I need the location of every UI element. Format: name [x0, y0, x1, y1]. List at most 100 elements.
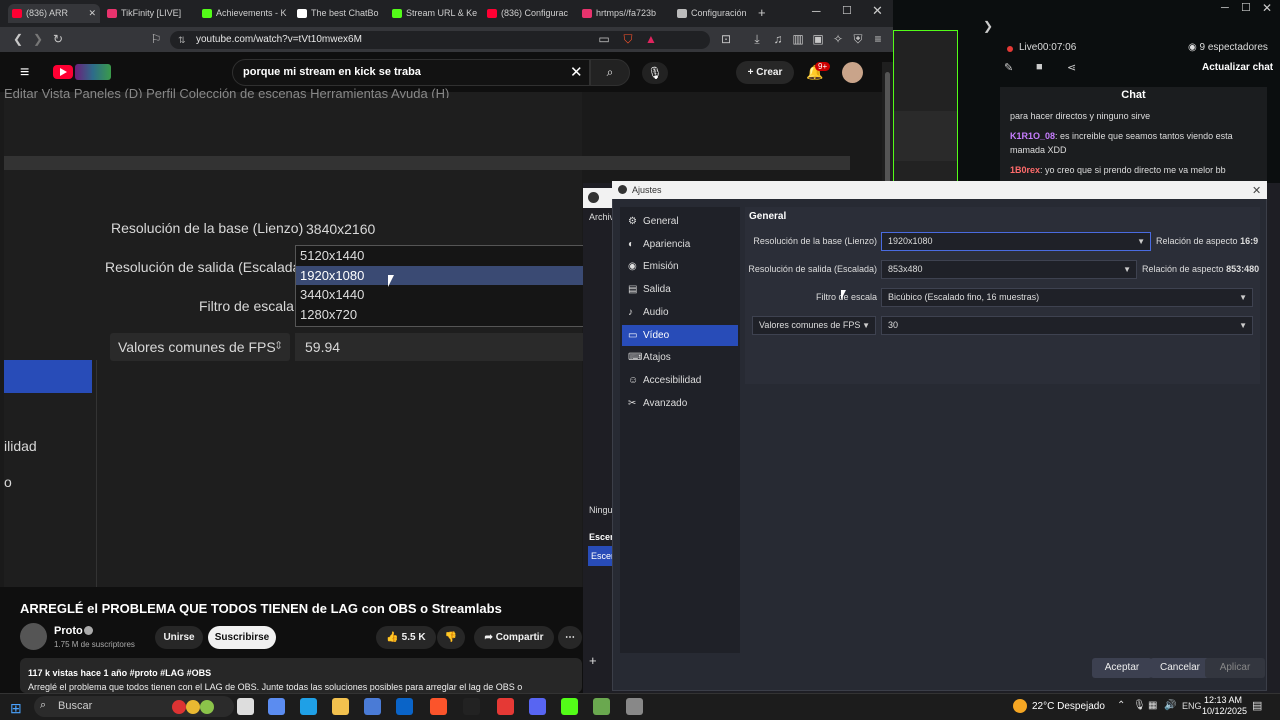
- store-icon[interactable]: [364, 698, 381, 715]
- vpn-icon[interactable]: ⛨: [850, 31, 866, 47]
- subscribe-button[interactable]: Suscribirse: [208, 626, 276, 649]
- obs-settings-icon[interactable]: [626, 698, 643, 715]
- apply-button[interactable]: Aplicar: [1205, 658, 1265, 678]
- kick-maximize-icon[interactable]: ☐: [1241, 1, 1251, 14]
- kick-minimize-icon[interactable]: ─: [1221, 2, 1229, 14]
- outlook-icon[interactable]: [396, 698, 413, 715]
- sidebar-item-general[interactable]: ⚙ General: [622, 211, 738, 232]
- video-menu-bar: Editar Vista Paneles (D) Perfil Colecció…: [4, 86, 450, 98]
- new-tab-button[interactable]: +: [758, 5, 766, 20]
- chat-username[interactable]: K1R1O_08: [1010, 131, 1055, 141]
- youtube-logo[interactable]: [53, 65, 73, 79]
- sidebar-icon[interactable]: ▥: [790, 31, 806, 47]
- camera-icon[interactable]: ■: [1036, 61, 1043, 73]
- kick-close-icon[interactable]: ✕: [1262, 1, 1272, 15]
- minecraft-icon[interactable]: [593, 698, 610, 715]
- channel-avatar[interactable]: [20, 623, 47, 650]
- scale-filter-combo[interactable]: Bicúbico (Escalado fino, 16 muestras) ▼: [881, 288, 1253, 307]
- sidebar-item-vídeo[interactable]: ▭ Vídeo: [622, 324, 738, 346]
- channel-name[interactable]: Proto: [54, 625, 83, 637]
- share-button[interactable]: ➦ Compartir: [474, 626, 554, 649]
- sidebar-item-audio[interactable]: ♪ Audio: [622, 302, 738, 323]
- voice-search-icon[interactable]: 🎙: [642, 62, 668, 84]
- avatar[interactable]: [842, 62, 863, 83]
- create-button[interactable]: + Crear: [736, 61, 794, 84]
- join-button[interactable]: Unirse: [155, 626, 203, 649]
- accept-button[interactable]: Aceptar: [1092, 658, 1152, 678]
- close-tab-icon[interactable]: ✕: [88, 4, 96, 23]
- network-icon[interactable]: ▦: [1148, 700, 1157, 711]
- menu-icon[interactable]: ≡: [870, 31, 886, 47]
- edit-icon[interactable]: ✎: [1004, 61, 1013, 74]
- leo-icon[interactable]: ✧: [830, 31, 846, 47]
- screenshot-icon[interactable]: ⊡: [718, 31, 734, 47]
- download-icon[interactable]: ⤓: [749, 31, 765, 47]
- sidebar-item-atajos[interactable]: ⌨ Atajos: [622, 347, 738, 368]
- share-stream-icon[interactable]: ⋖: [1067, 61, 1076, 74]
- search-button[interactable]: ⌕: [590, 59, 630, 86]
- sidebar-item-apariencia[interactable]: ◐ Apariencia: [622, 234, 738, 255]
- brave-rewards-icon[interactable]: ▲: [643, 31, 659, 47]
- brave-shield-icon[interactable]: ⛉: [620, 31, 636, 47]
- output-resolution-combo[interactable]: 853x480 ▼: [881, 260, 1137, 279]
- search-input[interactable]: porque mi stream en kick se traba: [232, 59, 590, 86]
- sidebar-item-avanzado[interactable]: ✂ Avanzado: [622, 393, 738, 414]
- add-scene-icon[interactable]: +: [589, 653, 597, 668]
- hamburger-icon[interactable]: ≡: [20, 64, 29, 82]
- fps-value-combo[interactable]: 30 ▼: [881, 316, 1253, 335]
- sidebar-item-salida[interactable]: ▤ Salida: [622, 279, 738, 300]
- wallet-icon[interactable]: ▣: [810, 31, 826, 47]
- task-view-icon[interactable]: [237, 698, 254, 715]
- kick-icon[interactable]: [561, 698, 578, 715]
- like-button[interactable]: 👍 5.5 K: [376, 626, 436, 649]
- dislike-button[interactable]: 👎: [437, 626, 465, 649]
- browser-tab[interactable]: (836) Configurac: [483, 4, 575, 23]
- notifications-icon[interactable]: ▤: [1252, 699, 1262, 712]
- file-explorer-icon[interactable]: [332, 698, 349, 715]
- copilot-icon[interactable]: [268, 698, 285, 715]
- obs-file-menu[interactable]: Archiv: [589, 212, 614, 222]
- more-actions-button[interactable]: ⋯: [558, 626, 582, 649]
- site-info-icon[interactable]: ⇅: [178, 31, 186, 49]
- obs-scene-item[interactable]: Escer: [588, 546, 612, 566]
- language-indicator[interactable]: ENG: [1182, 701, 1202, 711]
- discord-icon[interactable]: [529, 698, 546, 715]
- clear-search-icon[interactable]: ✕: [570, 63, 583, 81]
- browser-tab[interactable]: Achievements - K: [198, 4, 290, 23]
- weather-text[interactable]: 22°C Despejado: [1032, 701, 1105, 712]
- back-icon[interactable]: ❮: [10, 31, 26, 47]
- taskbar-search[interactable]: ⌕ Buscar: [34, 696, 234, 717]
- media-icon[interactable]: ♫: [770, 31, 786, 47]
- cancel-button[interactable]: Cancelar: [1150, 658, 1210, 678]
- browser-tab[interactable]: The best ChatBo: [293, 4, 385, 23]
- browser-tab[interactable]: Configuración: [673, 4, 765, 23]
- close-window-icon[interactable]: ✕: [872, 3, 883, 19]
- browser-tab[interactable]: TikFinity [LIVE]: [103, 4, 195, 23]
- windows-start-icon[interactable]: ⊞: [10, 700, 22, 717]
- tray-chevron-icon[interactable]: ⌃: [1117, 700, 1125, 711]
- refresh-chat-button[interactable]: Actualizar chat: [1202, 62, 1273, 73]
- app-icon[interactable]: [497, 698, 514, 715]
- fps-type-combo[interactable]: Valores comunes de FPS ▼: [752, 316, 876, 335]
- clock[interactable]: 12:13 AM 10/12/2025: [1202, 695, 1247, 717]
- cast-icon[interactable]: ▭: [596, 31, 612, 47]
- edge-icon[interactable]: [300, 698, 317, 715]
- base-resolution-combo[interactable]: 1920x1080 ▼: [881, 232, 1151, 251]
- volume-icon[interactable]: 🔊: [1164, 700, 1176, 711]
- microphone-icon[interactable]: 🎙: [1133, 700, 1146, 711]
- sidebar-item-emisión[interactable]: ◉ Emisión: [622, 256, 738, 277]
- bookmark-icon[interactable]: ⚐: [148, 31, 164, 47]
- expand-icon[interactable]: ❯: [983, 19, 993, 33]
- settings-close-icon[interactable]: ✕: [1252, 184, 1261, 197]
- minimize-icon[interactable]: ─: [812, 4, 821, 18]
- maximize-icon[interactable]: ☐: [842, 4, 852, 17]
- browser-tab[interactable]: (836) ARR ✕: [8, 4, 100, 23]
- brave-icon[interactable]: [430, 698, 447, 715]
- sidebar-item-accesibilidad[interactable]: ☺ Accesibilidad: [622, 370, 738, 391]
- browser-tab[interactable]: hrtmps//fa723b: [578, 4, 670, 23]
- chat-username[interactable]: 1B0rex: [1010, 165, 1040, 175]
- reload-icon[interactable]: ↻: [50, 31, 66, 47]
- forward-icon[interactable]: ❯: [30, 31, 46, 47]
- obs-taskbar-icon[interactable]: [463, 698, 480, 715]
- browser-tab[interactable]: Stream URL & Ke: [388, 4, 480, 23]
